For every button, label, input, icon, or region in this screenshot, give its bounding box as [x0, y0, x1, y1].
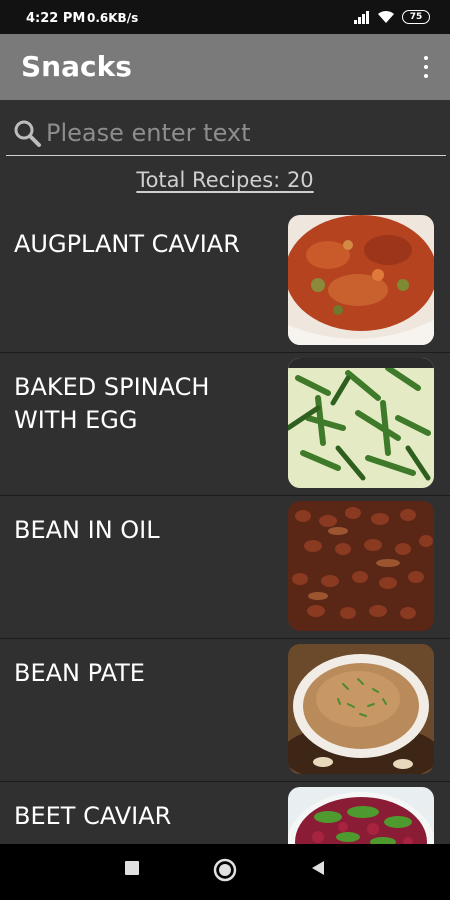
recipe-title: BAKED SPINACH WITH EGG [14, 373, 210, 434]
recipe-item[interactable]: AUGPLANT CAVIAR [0, 210, 450, 353]
home-circle-icon[interactable] [213, 858, 237, 882]
status-bar: 4:22 PM 0.6KB/s 75 [0, 0, 450, 34]
recipe-item[interactable]: BEAN PATE [0, 639, 450, 782]
total-recipes-label: Total Recipes: 20 [136, 168, 314, 192]
battery-icon: 75 [402, 10, 430, 24]
recents-square-icon[interactable] [124, 860, 140, 876]
menu-dot [424, 74, 428, 78]
main-content: Total Recipes: 20 AUGPLANT CAVIAR [0, 100, 450, 844]
more-vert-icon[interactable] [418, 54, 434, 80]
recipe-image [288, 358, 434, 488]
recipe-item[interactable]: BEET CAVIAR [0, 782, 450, 844]
back-triangle-icon[interactable] [310, 860, 326, 876]
recipe-image [288, 644, 434, 774]
battery-level: 75 [409, 12, 423, 22]
recipe-list: AUGPLANT CAVIAR BAKED SPINACH WITH EGG B… [0, 210, 450, 844]
nav-bar [0, 844, 450, 900]
recipe-title: BEET CAVIAR [14, 802, 172, 830]
search-input[interactable] [46, 114, 436, 152]
menu-dot [424, 65, 428, 69]
recipe-title: BEAN IN OIL [14, 516, 160, 544]
recipe-title: BEAN PATE [14, 659, 145, 687]
recipe-title: AUGPLANT CAVIAR [14, 230, 240, 258]
recipe-image [288, 215, 434, 345]
menu-dot [424, 56, 428, 60]
wifi-icon [378, 10, 394, 23]
search-bar [6, 110, 446, 156]
status-time: 4:22 PM [26, 11, 86, 26]
page-title: Snacks [21, 50, 132, 83]
signal-icon [354, 10, 369, 24]
recipe-image [288, 501, 434, 631]
recipe-image [288, 787, 434, 844]
status-icons: 75 [354, 9, 430, 25]
search-icon [14, 120, 41, 147]
app-bar: Snacks [0, 34, 450, 100]
recipe-item[interactable]: BEAN IN OIL [0, 496, 450, 639]
recipe-item[interactable]: BAKED SPINACH WITH EGG [0, 353, 450, 496]
network-speed: 0.6KB/s [87, 11, 139, 25]
